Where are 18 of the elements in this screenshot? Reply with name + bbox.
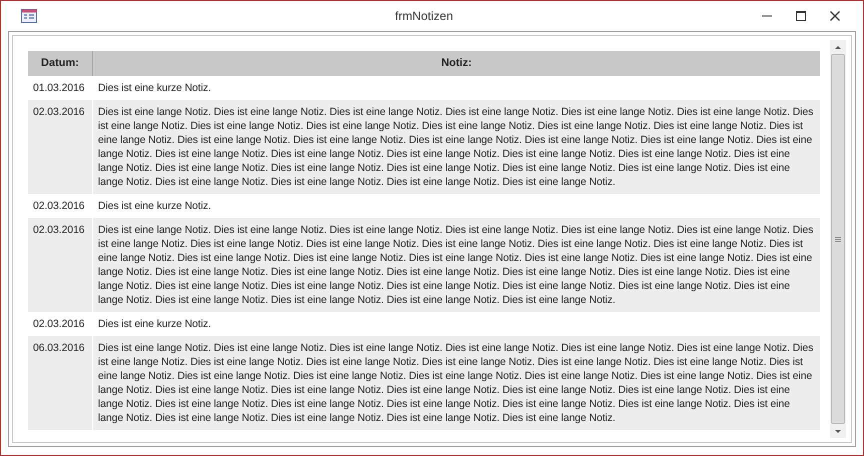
window-title: frmNotizen: [394, 8, 453, 25]
note-cell-text: Dies ist eine kurze Notiz.: [97, 81, 212, 96]
grip-icon: [835, 236, 841, 242]
maximize-button[interactable]: [795, 10, 807, 22]
date-cell: 06.03.2016: [28, 336, 93, 430]
close-icon: [830, 11, 840, 21]
note-cell-text: Dies ist eine kurze Notiz.: [97, 199, 212, 214]
note-cell-text: Dies ist eine lange Notiz. Dies ist eine lange Notiz. Dies ist eine lange Notiz. Dies ist eine lange Notiz. Dies ist eine lange Notiz. Dies ist eine lange Notiz. Dies ist eine lange Notiz. Dies ist eine lange Notiz. Dies ist eine lange Notiz. Dies ist eine lange Notiz. Dies ist eine lange Notiz. Dies ist eine lange Notiz. Dies ist eine lange Notiz. Dies ist eine lange Notiz. Dies ist eine lange Notiz. Dies ist eine lange Notiz. Dies ist eine lange Notiz. Dies ist eine lange Notiz. Dies ist eine lange Notiz. Dies ist eine lange Notiz. Dies ist eine lange Notiz. Dies ist eine lange Notiz. Dies ist eine lange Notiz. Dies ist eine lange Notiz. Dies ist eine lange Notiz. Dies ist eine lange Notiz. Dies ist eine lange Notiz. Dies ist eine lange Notiz. Dies ist eine lange Notiz. Dies ist eine lange Notiz. Dies ist eine lange Notiz. Dies ist eine lange Notiz. Dies ist eine lange Notiz. Dies ist eine lange Notiz. Dies ist eine lange Notiz.: [97, 105, 814, 190]
scrollbar-thumb[interactable]: [831, 54, 845, 424]
vertical-scrollbar[interactable]: [830, 40, 846, 438]
column-header: Notiz:: [440, 56, 473, 72]
form-icon: [21, 9, 37, 23]
close-button[interactable]: [829, 10, 841, 22]
note-cell-text: Dies ist eine kurze Notiz.: [97, 317, 212, 332]
minimize-icon: [762, 15, 772, 17]
note-cell-text: Dies ist eine lange Notiz. Dies ist eine lange Notiz. Dies ist eine lange Notiz. Dies ist eine lange Notiz. Dies ist eine lange Notiz. Dies ist eine lange Notiz. Dies ist eine lange Notiz. Dies ist eine lange Notiz. Dies ist eine lange Notiz. Dies ist eine lange Notiz. Dies ist eine lange Notiz. Dies ist eine lange Notiz. Dies ist eine lange Notiz. Dies ist eine lange Notiz. Dies ist eine lange Notiz. Dies ist eine lange Notiz. Dies ist eine lange Notiz. Dies ist eine lange Notiz. Dies ist eine lange Notiz. Dies ist eine lange Notiz. Dies ist eine lange Notiz. Dies ist eine lange Notiz. Dies ist eine lange Notiz. Dies ist eine lange Notiz. Dies ist eine lange Notiz. Dies ist eine lange Notiz. Dies ist eine lange Notiz. Dies ist eine lange Notiz. Dies ist eine lange Notiz. Dies ist eine lange Notiz. Dies ist eine lange Notiz. Dies ist eine lange Notiz. Dies ist eine lange Notiz. Dies ist eine lange Notiz. Dies ist eine lange Notiz.: [97, 341, 814, 426]
maximize-icon: [796, 11, 806, 21]
note-cell-text: Dies ist eine lange Notiz. Dies ist eine lange Notiz. Dies ist eine lange Notiz. Dies ist eine lange Notiz. Dies ist eine lange Notiz. Dies ist eine lange Notiz. Dies ist eine lange Notiz. Dies ist eine lange Notiz. Dies ist eine lange Notiz. Dies ist eine lange Notiz. Dies ist eine lange Notiz. Dies ist eine lange Notiz. Dies ist eine lange Notiz. Dies ist eine lange Notiz. Dies ist eine lange Notiz. Dies ist eine lange Notiz. Dies ist eine lange Notiz. Dies ist eine lange Notiz. Dies ist eine lange Notiz. Dies ist eine lange Notiz. Dies ist eine lange Notiz. Dies ist eine lange Notiz. Dies ist eine lange Notiz. Dies ist eine lange Notiz. Dies ist eine lange Notiz. Dies ist eine lange Notiz. Dies ist eine lange Notiz. Dies ist eine lange Notiz. Dies ist eine lange Notiz. Dies ist eine lange Notiz. Dies ist eine lange Notiz. Dies ist eine lange Notiz. Dies ist eine lange Notiz. Dies ist eine lange Notiz. Dies ist eine lange Notiz.: [97, 223, 814, 308]
